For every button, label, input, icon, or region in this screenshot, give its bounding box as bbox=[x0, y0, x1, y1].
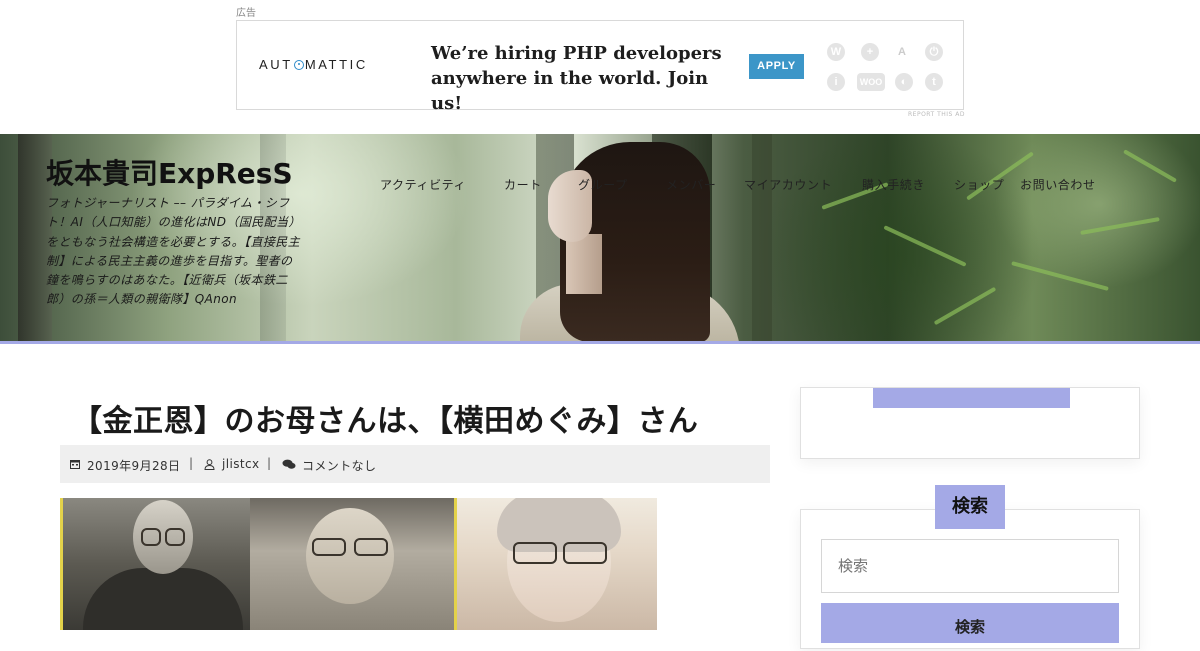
woo-icon: WOO bbox=[857, 73, 885, 91]
sidebar-widget bbox=[800, 387, 1140, 459]
bamboo-leaf bbox=[1011, 261, 1109, 291]
bamboo-leaf bbox=[883, 225, 967, 267]
photo-uniform bbox=[83, 568, 243, 630]
automattic-logo: AUT MATTIC bbox=[259, 57, 368, 72]
photo-glasses bbox=[354, 538, 388, 556]
photo-panel-soldier bbox=[60, 498, 250, 630]
photo-woman-neck bbox=[566, 234, 602, 294]
search-input[interactable] bbox=[821, 539, 1119, 593]
photo-panel-elderly-woman bbox=[250, 498, 454, 630]
search-widget-title: 検索 bbox=[935, 485, 1005, 529]
nav-item-cart[interactable]: カート bbox=[504, 176, 542, 193]
post-title[interactable]: 【金正恩】のお母さんは、【横田めぐみ】さん bbox=[72, 396, 698, 440]
user-icon bbox=[204, 459, 215, 470]
post-author[interactable]: jlistcx bbox=[222, 457, 259, 471]
photo-glasses bbox=[141, 528, 161, 546]
header-banner: 坂本貴司ExpResS フォトジャーナリスト –– パラダイム・シフト！AI（人… bbox=[0, 134, 1200, 342]
ad-label: 広告 bbox=[236, 8, 256, 19]
akismet-icon: A bbox=[893, 43, 911, 61]
post-meta-bar: 2019年9月28日 | jlistcx | コメントなし bbox=[60, 445, 770, 483]
bamboo-leaf bbox=[933, 286, 997, 326]
post-featured-image[interactable] bbox=[60, 498, 657, 630]
nav-item-activity[interactable]: アクティビティ bbox=[380, 176, 466, 193]
ad-headline: We’re hiring PHP developers anywhere in … bbox=[431, 43, 722, 114]
nav-item-checkout[interactable]: 購入手続き bbox=[862, 176, 925, 193]
power-icon: ⏻ bbox=[925, 43, 943, 61]
meta-separator: | bbox=[267, 456, 272, 470]
widget-title-bar bbox=[873, 388, 1070, 408]
nav-item-contact[interactable]: お問い合わせ bbox=[1020, 176, 1096, 193]
jetpack-icon: + bbox=[861, 43, 879, 61]
bamboo-leaf bbox=[1123, 149, 1177, 183]
photo-glasses bbox=[513, 542, 557, 564]
nav-item-groups[interactable]: グループ bbox=[578, 176, 628, 193]
ad-banner[interactable]: AUT MATTIC We’re hiring PHP developers an… bbox=[236, 20, 964, 114]
photo-glasses bbox=[312, 538, 346, 556]
header-accent-line bbox=[0, 341, 1200, 344]
meta-separator: | bbox=[189, 456, 194, 470]
wordpress-icon: W bbox=[827, 43, 845, 61]
photo-glasses bbox=[165, 528, 185, 546]
report-ad-link[interactable]: REPORT THIS AD bbox=[908, 111, 965, 118]
nav-item-shop[interactable]: ショップ bbox=[954, 176, 1004, 193]
bamboo-leaf bbox=[1080, 217, 1160, 235]
search-button[interactable]: 検索 bbox=[821, 603, 1119, 643]
nav-item-members[interactable]: メンバー bbox=[666, 176, 716, 193]
tree-trunk bbox=[752, 134, 772, 342]
tumblr-icon: t bbox=[925, 73, 943, 91]
post-date[interactable]: 2019年9月28日 bbox=[87, 457, 180, 474]
photo-glasses bbox=[563, 542, 607, 564]
longreads-icon: ◐ bbox=[895, 73, 913, 91]
post-comments[interactable]: コメントなし bbox=[302, 457, 376, 474]
apply-button[interactable]: APPLY bbox=[749, 54, 804, 79]
photo-panel-woman bbox=[454, 498, 657, 630]
photo-face bbox=[306, 508, 394, 604]
calendar-icon bbox=[70, 460, 80, 469]
nav-item-my-account[interactable]: マイアカウント bbox=[744, 176, 832, 193]
info-icon: i bbox=[827, 73, 845, 91]
site-title[interactable]: 坂本貴司ExpResS bbox=[46, 152, 293, 192]
comments-icon bbox=[282, 459, 296, 469]
site-description: フォトジャーナリスト –– パラダイム・シフト！AI（人口知能）の進化はND（国… bbox=[46, 196, 301, 307]
